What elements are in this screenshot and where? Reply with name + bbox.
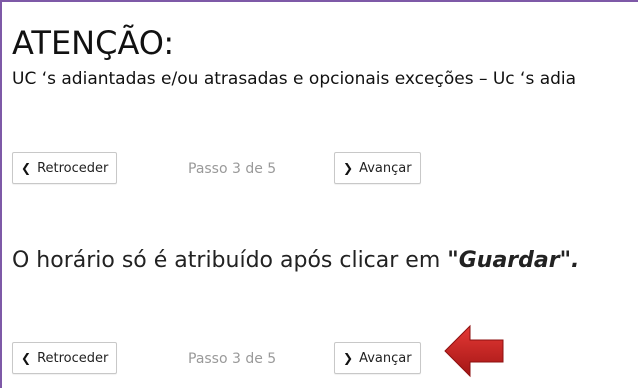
chevron-left-icon: ❮: [21, 351, 32, 365]
page-subtitle: UC ‘s adiantadas e/ou atrasadas e opcion…: [12, 69, 577, 89]
next-button-label: Avançar: [359, 350, 412, 366]
next-button-bottom[interactable]: ❯ Avançar: [334, 342, 421, 374]
page-title: ATENÇÃO:: [12, 24, 175, 62]
page-frame: ATENÇÃO: UC ‘s adiantadas e/ou atrasadas…: [0, 0, 638, 388]
next-button-label: Avançar: [359, 160, 412, 176]
back-button-top[interactable]: ❮ Retroceder: [12, 152, 118, 184]
back-button-label: Retroceder: [37, 350, 109, 366]
step-indicator-bottom: Passo 3 de 5: [188, 351, 277, 367]
back-button-label: Retroceder: [37, 160, 109, 176]
notice-emphasis: "Guardar".: [447, 248, 580, 273]
back-button-bottom[interactable]: ❮ Retroceder: [12, 342, 118, 374]
red-arrow-icon: [444, 324, 504, 378]
step-indicator-top: Passo 3 de 5: [188, 161, 277, 177]
notice-text: O horário só é atribuído após clicar em: [12, 248, 448, 273]
save-notice: O horário só é atribuído após clicar em …: [12, 247, 579, 275]
chevron-left-icon: ❮: [21, 161, 32, 175]
chevron-right-icon: ❯: [343, 351, 354, 365]
next-button-top[interactable]: ❯ Avançar: [334, 152, 421, 184]
chevron-right-icon: ❯: [343, 161, 354, 175]
